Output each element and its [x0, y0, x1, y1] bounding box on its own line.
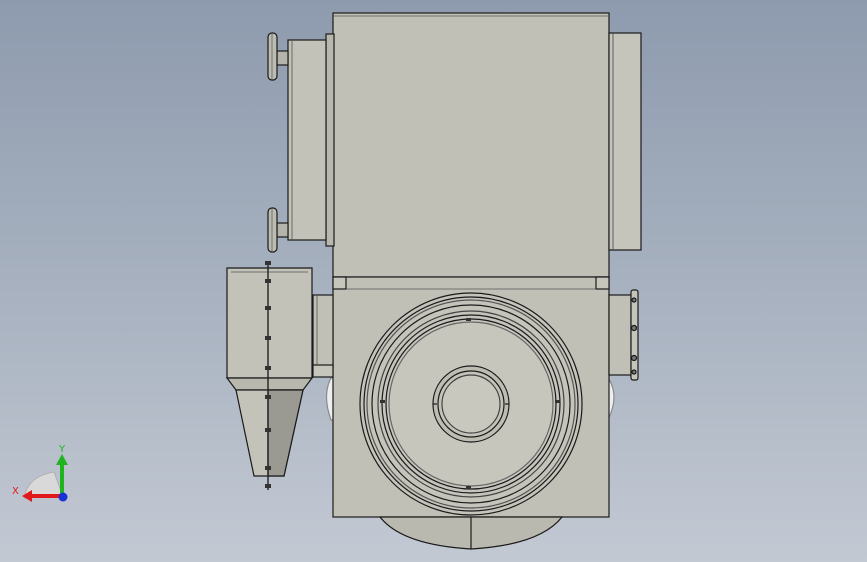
bottom-skirt — [378, 516, 564, 550]
shaft-hub — [432, 365, 510, 443]
z-axis-dot — [58, 492, 68, 502]
lower-pipe-flange — [267, 207, 289, 253]
right-terminal-stub — [608, 289, 639, 381]
upper-housing — [332, 12, 610, 278]
terminal-box — [225, 267, 314, 477]
left-side-stub — [312, 294, 334, 378]
y-axis-arrowhead — [56, 454, 68, 465]
upper-pipe-flange — [267, 32, 289, 81]
heat-exchanger-box — [287, 33, 335, 247]
right-side-plate — [608, 32, 642, 251]
y-axis-label: Y — [58, 444, 66, 455]
orientation-triad[interactable]: X Y — [10, 440, 74, 510]
motor-model-view[interactable] — [0, 0, 867, 562]
x-axis-label: X — [12, 486, 19, 497]
cad-graphics-viewport[interactable]: X Y — [0, 0, 867, 562]
